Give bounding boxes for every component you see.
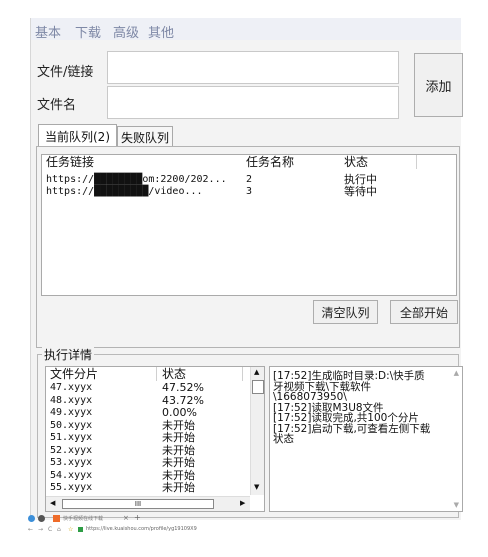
menu-download[interactable]: 下载	[75, 22, 101, 41]
scroll-thumb[interactable]	[252, 380, 264, 394]
browser-tabbar: 快手视频在线下载 × + ← → C ⌂ ☆ https://live.kuai…	[28, 513, 460, 537]
profile-icon[interactable]	[38, 515, 45, 522]
scroll-left-icon[interactable]: ◀	[50, 499, 55, 507]
menu-basic[interactable]: 基本	[35, 22, 61, 41]
menu-bar: 基本 下载 高级 其他	[31, 18, 461, 41]
tab-current-queue[interactable]: 当前队列(2)	[38, 124, 117, 147]
new-tab-icon[interactable]: +	[134, 513, 141, 522]
log-text: [17:52]生成临时目录:D:\快手质 牙视频下载\下载软件 \1668073…	[273, 370, 431, 445]
task-name-cell: 3	[246, 186, 253, 197]
chunk-list[interactable]: 文件分片 状态 47.xyyx 47.52% 48.xyyx 43.72% 49.xyy…	[45, 366, 265, 512]
col-task-link[interactable]: 任务链接	[42, 155, 243, 169]
favorite-icon[interactable]: ☆	[68, 526, 73, 533]
log-panel[interactable]: [17:52]生成临时目录:D:\快手质 牙视频下载\下载软件 \1668073…	[269, 366, 463, 512]
chunk-file-cell: 53.xyyx	[50, 457, 93, 468]
col-chunk-status[interactable]: 状态	[158, 367, 243, 381]
file-link-input[interactable]	[107, 51, 399, 84]
hscroll-thumb[interactable]: III	[62, 499, 214, 509]
task-link-cell: https://████████om:2200/202...	[46, 174, 227, 185]
menu-other[interactable]: 其他	[148, 22, 174, 41]
clear-queue-button[interactable]: 清空队列	[313, 300, 378, 324]
scroll-right-icon[interactable]: ▶	[240, 499, 245, 507]
horizontal-scrollbar[interactable]: ◀ III ▶	[46, 496, 250, 511]
col-task-name[interactable]: 任务名称	[242, 155, 341, 169]
task-status-cell: 执行中	[344, 173, 377, 186]
tab-failed-queue[interactable]: 失败队列	[117, 126, 173, 147]
log-scroll-down-icon[interactable]: ▼	[454, 501, 459, 509]
chunk-file-cell: 55.xyyx	[50, 482, 93, 493]
chunk-status-cell: 未开始	[162, 456, 195, 469]
chunk-file-cell: 54.xyyx	[50, 469, 93, 481]
scroll-down-icon[interactable]: ▼	[254, 483, 259, 491]
chunk-file-cell: 47.xyyx	[50, 382, 93, 393]
details-title: 执行详情	[42, 346, 95, 363]
task-table[interactable]: 任务链接 任务名称 状态 https://████████om:2200/202…	[41, 154, 457, 296]
chunk-file-cell: 50.xyyx	[50, 419, 93, 431]
chunk-status-cell: 未开始	[162, 418, 195, 432]
menu-advanced[interactable]: 高级	[113, 22, 139, 41]
chunk-file-cell: 48.xyyx	[50, 394, 93, 406]
log-scroll-up-icon[interactable]: ▲	[454, 369, 459, 377]
file-name-label: 文件名	[37, 98, 77, 113]
chunk-file-cell: 49.xyyx	[50, 407, 93, 418]
chunk-status-cell: 43.72%	[162, 393, 204, 407]
home-icon[interactable]: ⌂	[57, 526, 61, 533]
file-name-input[interactable]	[107, 86, 399, 119]
nav-back-icon[interactable]: ←	[28, 526, 33, 533]
chunk-status-cell: 未开始	[162, 468, 195, 482]
chunk-status-cell: 47.52%	[162, 381, 204, 394]
reload-icon[interactable]: C	[48, 526, 52, 533]
browser-icon[interactable]	[28, 515, 35, 522]
vertical-scrollbar[interactable]: ▲ ▼	[250, 367, 264, 495]
close-tab-icon[interactable]: ×	[123, 514, 129, 522]
kuaishou-icon	[53, 515, 60, 522]
task-status-cell: 等待中	[344, 185, 377, 198]
chunk-file-cell: 51.xyyx	[50, 432, 93, 443]
file-link-label: 文件/链接	[37, 65, 94, 80]
task-link-cell: https://█████████/video...	[46, 186, 203, 197]
nav-forward-icon[interactable]: →	[38, 526, 43, 533]
chunk-status-cell: 未开始	[162, 431, 195, 444]
task-name-cell: 2	[246, 174, 253, 185]
url-bar[interactable]: https://live.kuaishou.com/profile/yg1910…	[86, 526, 197, 532]
scroll-up-icon[interactable]: ▲	[254, 368, 259, 376]
chunk-status-cell: 未开始	[162, 443, 195, 457]
secure-icon	[78, 527, 83, 532]
chunk-status-cell: 未开始	[162, 481, 195, 494]
app-window: 基本 下载 高级 其他 文件/链接 文件名 添加 当前队列(2) 失败队列 任务…	[30, 18, 463, 520]
start-all-button[interactable]: 全部开始	[390, 300, 458, 324]
browser-tab-title[interactable]: 快手视频在线下载	[63, 515, 103, 522]
add-button[interactable]: 添加	[414, 53, 463, 117]
col-status[interactable]: 状态	[340, 155, 417, 169]
col-file-chunk[interactable]: 文件分片	[46, 367, 157, 381]
chunk-status-cell: 0.00%	[162, 406, 197, 419]
chunk-file-cell: 52.xyyx	[50, 444, 93, 456]
